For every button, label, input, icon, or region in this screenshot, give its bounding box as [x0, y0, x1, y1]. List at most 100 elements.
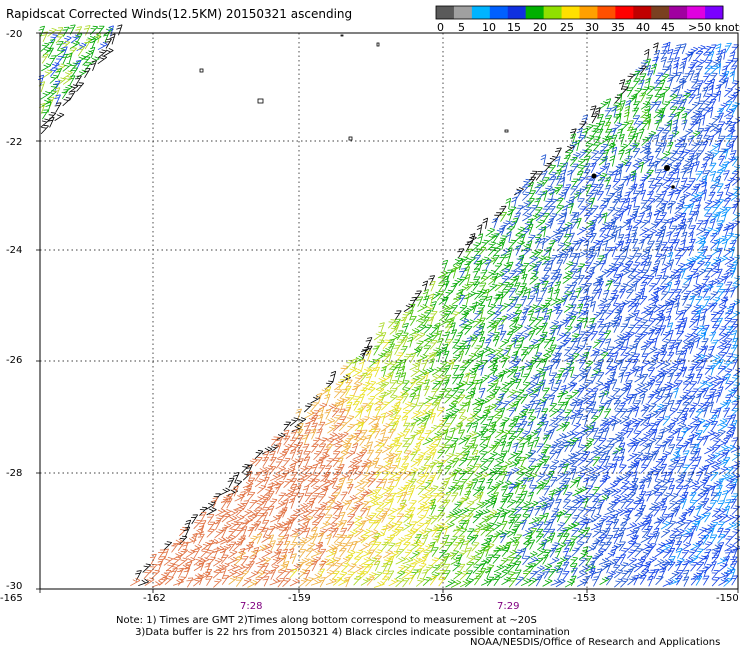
wind-barb: [655, 42, 659, 54]
figure: Rapidscat Corrected Winds(12.5KM) 201503…: [0, 0, 740, 650]
wind-barb-feather: [511, 239, 517, 242]
wind-barb: [725, 77, 729, 89]
wind-barb-feather: [622, 283, 628, 286]
wind-barb: [459, 324, 468, 334]
wind-barb-feather: [621, 123, 627, 126]
wind-barb-feather: [663, 186, 669, 189]
wind-barb-feather: [612, 325, 618, 327]
wind-barb-feather: [538, 316, 544, 319]
wind-barb-feather: [608, 264, 614, 268]
wind-barb-feather: [580, 251, 586, 255]
wind-barb-feather: [488, 349, 493, 353]
wind-barb-feather: [532, 214, 538, 218]
wind-barb-feather: [649, 328, 655, 331]
wind-barb-feather: [669, 159, 675, 162]
wind-barb-feather: [610, 296, 616, 299]
wind-barb-feather: [524, 223, 530, 226]
wind-barb-feather: [635, 296, 641, 298]
wind-barb-feather: [711, 145, 717, 148]
wind-barb-feather: [495, 293, 502, 296]
wind-barb-feather: [691, 328, 697, 331]
wind-barb: [556, 147, 562, 158]
wind-barb-feather: [668, 116, 674, 118]
wind-barb-feather: [719, 306, 725, 309]
wind-barb-feather: [691, 194, 697, 198]
wind-barb-feather: [590, 222, 596, 224]
wind-barb-feather: [704, 48, 710, 50]
wind-barb-feather: [648, 363, 654, 366]
wind-barb-feather: [657, 109, 663, 112]
wind-barb-feather: [675, 97, 681, 99]
colorbar-label: >50 knots: [688, 21, 740, 34]
wind-barb: [711, 171, 717, 182]
wind-barb-feather: [412, 370, 418, 373]
wind-barb: [667, 282, 673, 293]
wind-barb-feather: [621, 160, 627, 164]
wind-barb-feather: [688, 241, 694, 243]
wind-barb: [648, 178, 656, 189]
colorbar-label: 40: [636, 21, 650, 34]
wind-barb-feather: [459, 342, 465, 345]
wind-barb-feather: [476, 318, 482, 321]
wind-barb-feather: [620, 285, 626, 288]
wind-barb-feather: [426, 324, 433, 326]
wind-barb-feather: [729, 263, 735, 266]
wind-barb-feather: [655, 172, 661, 174]
wind-barb-feather: [607, 270, 613, 273]
wind-barb-feather: [532, 205, 538, 207]
wind-barb-feather: [476, 248, 482, 250]
wind-barb: [677, 225, 684, 236]
wind-barb: [530, 171, 538, 181]
wind-barb-feather: [545, 187, 551, 190]
wind-barb-feather: [628, 313, 634, 317]
colorbar-label: 35: [611, 21, 625, 34]
colorbar-swatch: [579, 6, 598, 19]
wind-barb-feather: [644, 51, 649, 56]
wind-barb: [367, 350, 372, 362]
wind-barb-feather: [675, 214, 682, 216]
wind-barb: [634, 133, 639, 144]
wind-barb-feather: [585, 202, 591, 205]
wind-barb-feather: [517, 228, 523, 231]
wind-barb-feather: [498, 291, 504, 293]
wind-barb: [668, 231, 672, 243]
wind-barb-feather: [468, 354, 474, 357]
wind-barb: [725, 135, 733, 146]
wind-barb: [527, 198, 535, 208]
wind-barb: [430, 281, 436, 292]
wind-barb-feather: [538, 228, 544, 231]
wind-barb-feather: [455, 264, 461, 267]
wind-barb-feather: [580, 134, 586, 137]
wind-barb-feather: [732, 312, 738, 315]
wind-barb: [717, 289, 726, 299]
wind-barb-feather: [656, 275, 662, 277]
wind-barb-feather: [486, 339, 492, 341]
wind-barb: [536, 297, 543, 308]
wind-barb-feather: [684, 306, 690, 308]
wind-barb-feather: [647, 234, 653, 236]
wind-barb-feather: [678, 311, 684, 313]
wind-barb-feather: [620, 145, 626, 148]
wind-barb-feather: [435, 291, 441, 295]
wind-barb-feather: [545, 302, 551, 305]
wind-barb-feather: [696, 83, 702, 85]
colorbar-swatch: [615, 6, 634, 19]
wind-barb-feather: [664, 300, 670, 303]
wind-barb-feather: [703, 54, 710, 56]
wind-barb-feather: [523, 202, 529, 205]
wind-barb-feather: [697, 262, 703, 265]
wind-barb-feather: [619, 200, 625, 203]
wind-barb-feather: [652, 228, 657, 232]
wind-barb: [634, 325, 643, 335]
wind-barb-feather: [719, 341, 725, 345]
wind-barb-feather: [658, 348, 664, 352]
wind-barb-feather: [661, 293, 667, 295]
wind-barb-feather: [622, 265, 628, 268]
wind-barb: [563, 347, 573, 357]
wind-barb-feather: [670, 200, 676, 203]
wind-barb-feather: [656, 148, 662, 150]
wind-barb-feather: [640, 284, 646, 286]
wind-barb-feather: [538, 256, 544, 260]
wind-barb: [599, 338, 606, 349]
wind-barb-feather: [566, 314, 571, 316]
